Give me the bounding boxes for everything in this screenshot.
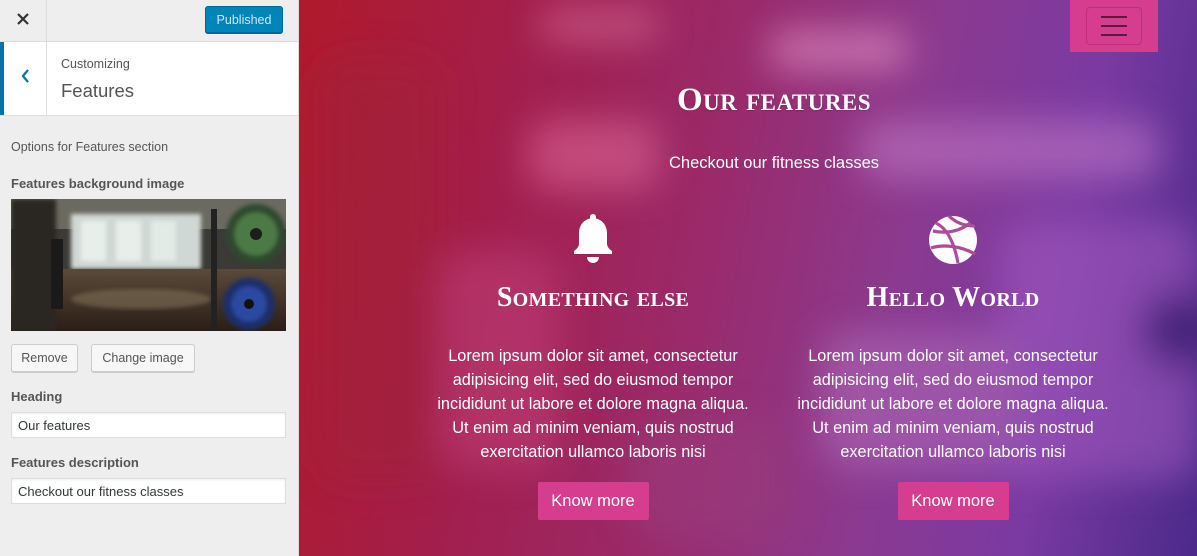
site-preview: Our features Checkout our fitness classe… <box>299 0 1197 556</box>
remove-image-button[interactable]: Remove <box>11 344 78 372</box>
basketball-icon <box>783 210 1123 270</box>
breadcrumb: Customizing <box>61 57 130 71</box>
description-label: Features description <box>11 455 139 470</box>
back-button[interactable] <box>0 42 47 115</box>
feature-text: Lorem ipsum dolor sit amet, consectetur … <box>797 347 1109 461</box>
section-title: Features <box>61 80 135 101</box>
feature-title: Hello World <box>866 282 1040 313</box>
bell-icon <box>423 210 763 270</box>
feature-card: Hello World Lorem ipsum dolor sit amet, … <box>783 210 1123 520</box>
feature-text: Lorem ipsum dolor sit amet, consectetur … <box>437 347 749 461</box>
chevron-left-icon <box>20 68 30 89</box>
know-more-button[interactable]: Know more <box>897 482 1009 520</box>
publish-button[interactable]: Published <box>205 6 283 33</box>
close-button[interactable] <box>0 0 47 41</box>
heading-label: Heading <box>11 389 63 404</box>
hamburger-menu-icon <box>1086 7 1142 45</box>
close-icon <box>17 12 29 30</box>
know-more-button[interactable]: Know more <box>537 482 649 520</box>
description-input[interactable] <box>11 478 286 504</box>
customizer-sidebar: Published Customizing Features Options f… <box>0 0 299 556</box>
features-heading: Our features <box>676 82 872 118</box>
bg-image-label: Features background image <box>11 176 185 191</box>
customizer-header: Published <box>0 0 298 42</box>
bg-image-thumbnail[interactable] <box>11 199 286 331</box>
heading-input[interactable] <box>11 412 286 438</box>
feature-card: Something else Lorem ipsum dolor sit ame… <box>423 210 763 520</box>
menu-toggle[interactable] <box>1070 0 1158 52</box>
section-description: Options for Features section <box>11 140 169 154</box>
feature-title: Something else <box>496 282 690 313</box>
section-header: Customizing Features <box>0 42 298 116</box>
change-image-button[interactable]: Change image <box>91 344 195 372</box>
features-subtitle: Checkout our fitness classes <box>668 154 879 172</box>
